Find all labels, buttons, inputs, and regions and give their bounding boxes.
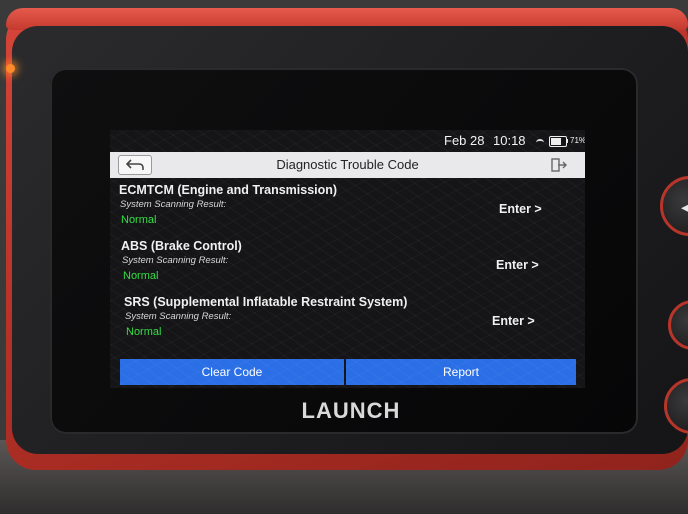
enter-button[interactable]: Enter > — [496, 258, 539, 272]
battery-percent: 71% — [570, 136, 585, 145]
action-bar: Clear Code Report — [120, 359, 576, 385]
scan-result-value: Normal — [121, 214, 157, 226]
scan-result-value: Normal — [126, 326, 162, 338]
system-name: ECMTCM (Engine and Transmission) — [119, 183, 338, 197]
scan-result-label: System Scanning Result: — [122, 255, 229, 266]
brand-logo: LAUNCH — [301, 398, 401, 423]
scan-result-value: Normal — [123, 270, 159, 282]
system-row[interactable]: SRS (Supplemental Inflatable Restraint S… — [110, 291, 585, 347]
status-bar: Feb 28 10:18 71% — [110, 130, 585, 152]
system-row[interactable]: ABS (Brake Control) System Scanning Resu… — [110, 235, 585, 291]
status-time: 10:18 — [493, 133, 526, 148]
title-bar: Diagnostic Trouble Code — [110, 152, 585, 178]
system-name: SRS (Supplemental Inflatable Restraint S… — [124, 295, 408, 309]
battery-icon — [549, 136, 567, 147]
enter-button[interactable]: Enter > — [492, 314, 535, 328]
clear-code-button[interactable]: Clear Code — [120, 359, 344, 385]
system-name: ABS (Brake Control) — [121, 239, 242, 253]
exit-icon — [551, 158, 567, 172]
wifi-icon — [536, 139, 544, 146]
scan-result-label: System Scanning Result: — [125, 311, 232, 322]
status-date: Feb 28 — [444, 133, 485, 148]
battery-tip — [566, 139, 568, 143]
page-title: Diagnostic Trouble Code — [276, 157, 419, 172]
chevron-left-icon: ◀ — [681, 195, 688, 220]
power-led — [6, 64, 15, 73]
screen: Feb 28 10:18 71% Diagnostic Trouble Code — [110, 130, 585, 388]
device-photo: ◀ LAUNCH Feb 28 10:18 71% Diagnostic Tro… — [0, 0, 688, 514]
battery-fill — [551, 138, 561, 145]
report-button[interactable]: Report — [346, 359, 576, 385]
enter-button[interactable]: Enter > — [499, 202, 542, 216]
exit-button[interactable] — [550, 156, 568, 174]
system-row[interactable]: ECMTCM (Engine and Transmission) System … — [110, 178, 585, 234]
scan-result-label: System Scanning Result: — [120, 199, 227, 210]
